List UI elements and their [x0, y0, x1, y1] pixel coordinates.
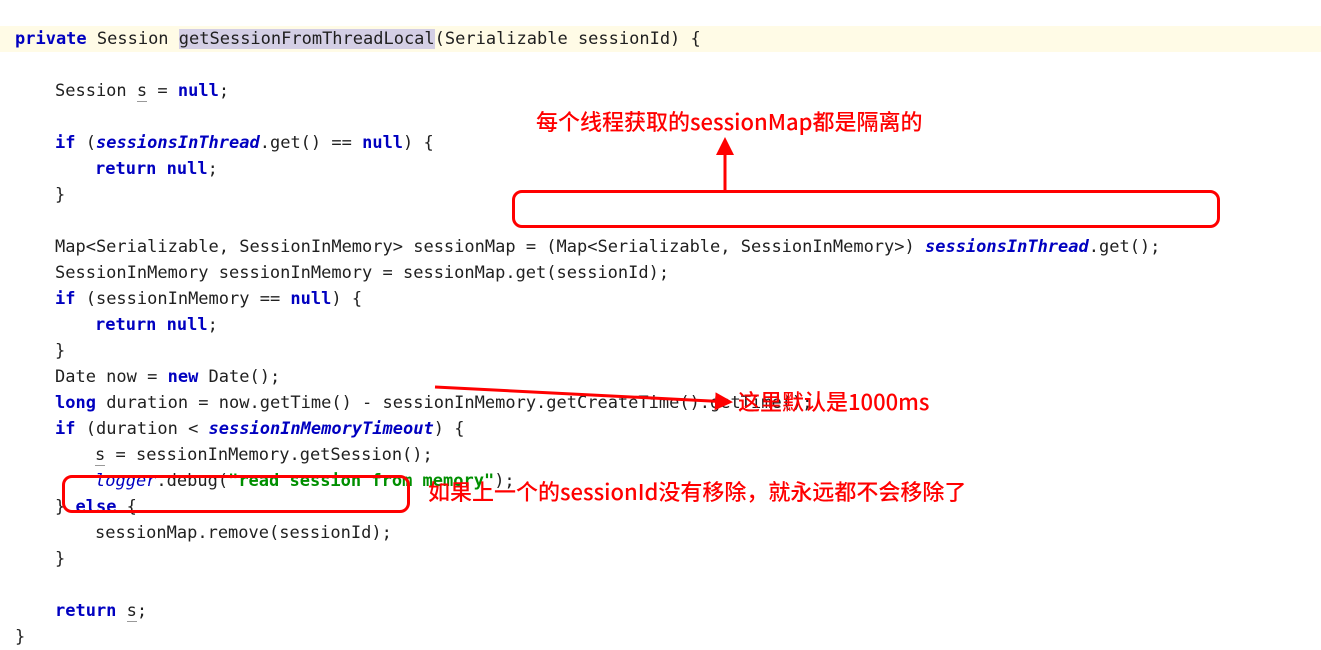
field-logger: logger — [95, 471, 156, 491]
var-s: s — [137, 81, 147, 102]
method-name: getSessionFromThreadLocal — [179, 29, 435, 49]
kw-private: private — [15, 29, 87, 49]
field-sessionsInThread-2: sessionsInThread — [925, 237, 1089, 257]
field-sessionsInThread: sessionsInThread — [96, 133, 260, 153]
field-sessionInMemoryTimeout: sessionInMemoryTimeout — [209, 419, 434, 439]
string-literal: "read session from memory" — [228, 471, 494, 491]
code-block: private Session getSessionFromThreadLoca… — [0, 0, 1321, 650]
